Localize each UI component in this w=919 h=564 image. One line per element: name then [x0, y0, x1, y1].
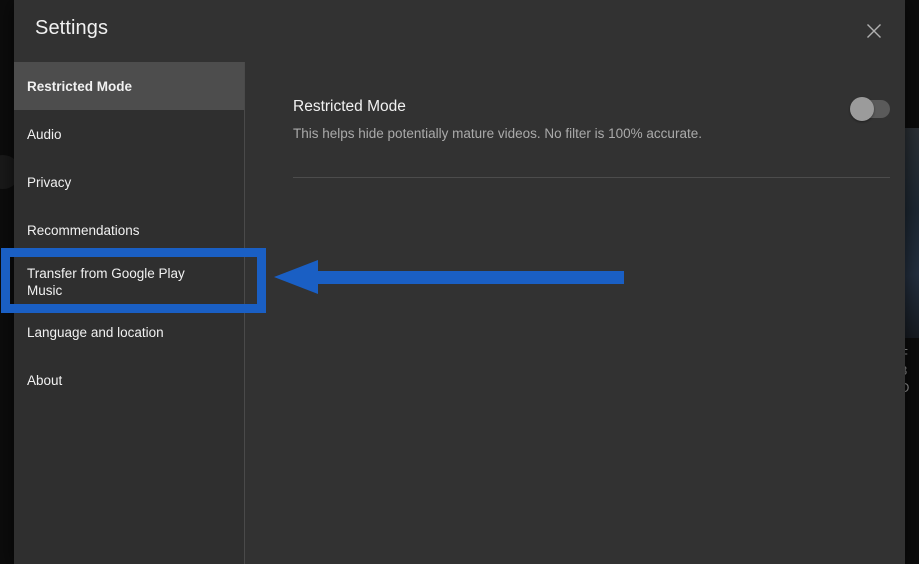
settings-content-panel: Restricted Mode This helps hide potentia…	[245, 62, 905, 564]
sidebar-item-about[interactable]: About	[14, 356, 244, 404]
sidebar-item-label: Privacy	[27, 174, 72, 190]
sidebar-item-label: Audio	[27, 126, 62, 142]
close-button[interactable]	[855, 12, 893, 50]
sidebar-item-label: Language and location	[27, 324, 164, 340]
settings-dialog: Settings Restricted Mode Audio Privacy R…	[14, 0, 905, 564]
dialog-body: Restricted Mode Audio Privacy Recommenda…	[14, 62, 905, 564]
close-icon	[867, 24, 881, 38]
sidebar-item-label: Recommendations	[27, 222, 140, 238]
sidebar-item-transfer-from-google-play-music[interactable]: Transfer from Google Play Music	[14, 254, 244, 308]
setting-title: Restricted Mode	[293, 98, 406, 115]
dialog-header: Settings	[14, 0, 905, 62]
sidebar-item-label: Transfer from Google Play Music	[27, 266, 185, 298]
sidebar-item-privacy[interactable]: Privacy	[14, 158, 244, 206]
toggle-knob	[850, 97, 874, 121]
page-title: Settings	[35, 17, 109, 39]
sidebar-item-label: About	[27, 372, 63, 388]
restricted-mode-setting-row: Restricted Mode This helps hide potentia…	[293, 97, 890, 143]
restricted-mode-toggle[interactable]	[850, 97, 890, 121]
sidebar-item-restricted-mode[interactable]: Restricted Mode	[14, 62, 244, 110]
setting-description: This helps hide potentially mature video…	[293, 126, 702, 141]
settings-sidebar: Restricted Mode Audio Privacy Recommenda…	[14, 62, 245, 564]
sidebar-item-audio[interactable]: Audio	[14, 110, 244, 158]
sidebar-item-label: Restricted Mode	[27, 78, 133, 94]
sidebar-item-language-and-location[interactable]: Language and location	[14, 308, 244, 356]
section-divider	[293, 177, 890, 178]
sidebar-item-recommendations[interactable]: Recommendations	[14, 206, 244, 254]
